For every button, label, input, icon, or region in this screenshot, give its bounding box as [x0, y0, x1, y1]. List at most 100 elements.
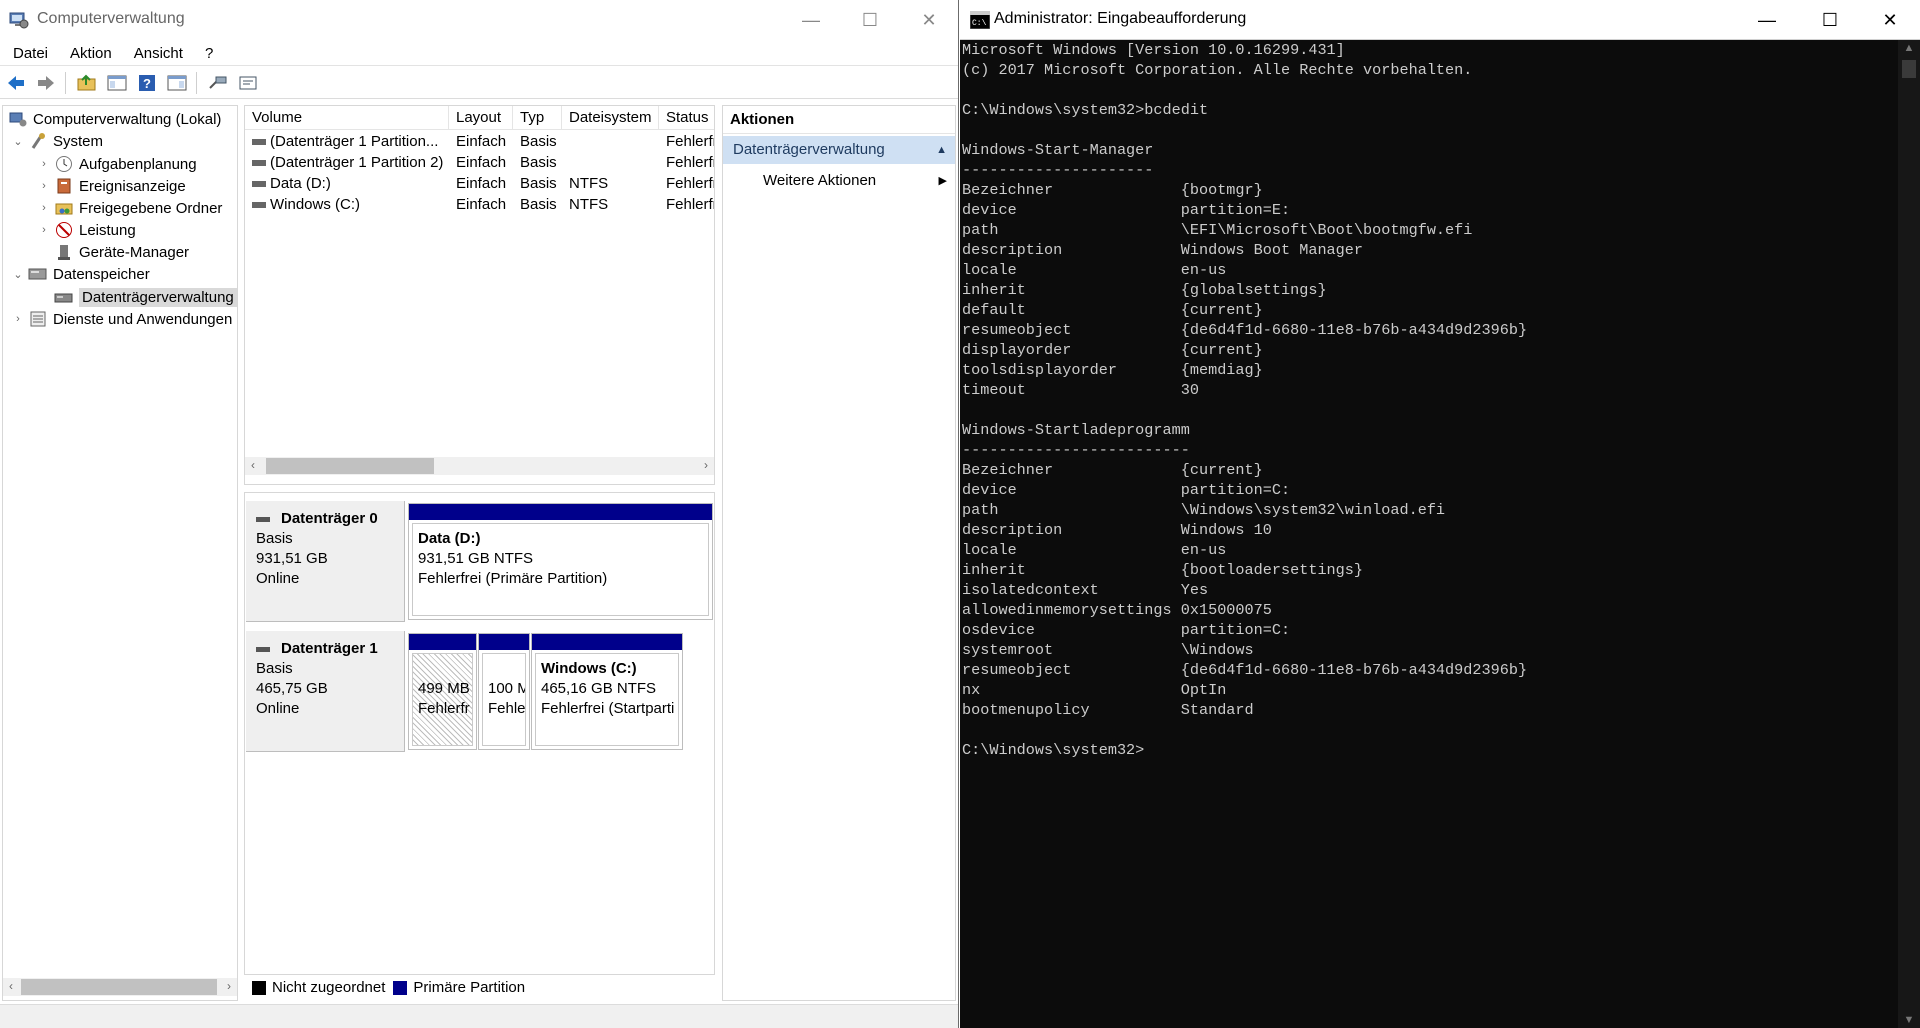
scroll-left-icon[interactable]: ‹: [3, 979, 19, 993]
menu-ansicht[interactable]: Ansicht: [121, 45, 192, 62]
tree-node-ereignisanzeige[interactable]: › Ereignisanzeige: [37, 175, 186, 197]
tree-node-root[interactable]: Computerverwaltung (Lokal): [5, 108, 221, 130]
show-hide-action-pane-icon[interactable]: [163, 69, 191, 97]
disk-icon: [256, 646, 270, 652]
table-row[interactable]: Data (D:) Einfach Basis NTFS Fehlerfr: [245, 173, 714, 194]
scroll-right-icon[interactable]: ›: [698, 458, 714, 472]
primary-partition-bar: [409, 634, 476, 650]
console-line: device partition=E:: [962, 201, 1291, 219]
console-line: timeout 30: [962, 381, 1199, 399]
console-output[interactable]: Microsoft Windows [Version 10.0.16299.43…: [962, 40, 1898, 1026]
scroll-up-icon[interactable]: ▲: [1898, 42, 1920, 54]
back-icon[interactable]: [2, 69, 30, 97]
scroll-down-icon[interactable]: ▼: [1898, 1014, 1920, 1026]
volume-list-horizontal-scrollbar[interactable]: ‹ ›: [245, 457, 714, 475]
console-line: description Windows 10: [962, 521, 1272, 539]
cmd-minimize-button[interactable]: —: [1738, 0, 1796, 40]
properties-icon[interactable]: [234, 69, 262, 97]
partition-msr[interactable]: 100 M Fehle: [478, 633, 530, 750]
console-line: Bezeichner {bootmgr}: [962, 181, 1263, 199]
scrollbar-thumb[interactable]: [1902, 60, 1916, 78]
tree-node-aufgabenplanung[interactable]: › Aufgabenplanung: [37, 153, 197, 175]
actions-section-datentraegerverwaltung[interactable]: Datenträgerverwaltung ▲: [723, 136, 955, 164]
expand-chevron-icon[interactable]: ›: [11, 313, 25, 325]
tree-node-datentraegerverwaltung[interactable]: Datenträgerverwaltung: [51, 286, 237, 308]
column-header-status[interactable]: Status: [659, 106, 714, 130]
scroll-left-icon[interactable]: ‹: [245, 458, 261, 472]
cmd-close-button[interactable]: ✕: [1861, 0, 1919, 40]
menu-help[interactable]: ?: [192, 45, 222, 62]
column-header-typ[interactable]: Typ: [513, 106, 562, 130]
cmd-titlebar[interactable]: C:\ Administrator: Eingabeaufforderung —…: [960, 0, 1920, 40]
console-line: (c) 2017 Microsoft Corporation. Alle Rec…: [962, 61, 1473, 79]
partition-windows-c[interactable]: Windows (C:) 465,16 GB NTFS Fehlerfrei (…: [531, 633, 683, 750]
tree-node-system[interactable]: ⌄ System: [11, 130, 103, 152]
maximize-button[interactable]: ☐: [841, 0, 899, 40]
connect-icon[interactable]: [204, 69, 232, 97]
console-line: toolsdisplayorder {memdiag}: [962, 361, 1263, 379]
show-hide-console-tree-icon[interactable]: [103, 69, 131, 97]
console-vertical-scrollbar[interactable]: ▲ ▼: [1898, 40, 1920, 1028]
scroll-right-icon[interactable]: ›: [221, 979, 237, 993]
console-line: inherit {globalsettings}: [962, 281, 1327, 299]
action-weitere-aktionen[interactable]: Weitere Aktionen ▶: [763, 168, 953, 194]
tree-horizontal-scrollbar[interactable]: ‹ ›: [3, 978, 237, 996]
filesystem-cell: NTFS: [569, 196, 609, 213]
table-row[interactable]: Windows (C:) Einfach Basis NTFS Fehlerfr: [245, 194, 714, 215]
disk0-label[interactable]: Datenträger 0 Basis 931,51 GB Online: [246, 501, 405, 622]
scrollbar-thumb[interactable]: [21, 979, 217, 995]
tree-node-dienste[interactable]: › Dienste und Anwendungen: [11, 308, 232, 330]
disk-graphical-view: Datenträger 0 Basis 931,51 GB Online Dat…: [244, 492, 715, 1000]
performance-icon: [54, 221, 74, 239]
forward-icon[interactable]: [32, 69, 60, 97]
cmd-maximize-button[interactable]: ☐: [1801, 0, 1859, 40]
expand-chevron-icon[interactable]: ›: [37, 224, 51, 236]
tree-node-leistung[interactable]: › Leistung: [37, 219, 136, 241]
type-cell: Basis: [520, 175, 557, 192]
partition-data-d[interactable]: Data (D:) 931,51 GB NTFS Fehlerfrei (Pri…: [408, 503, 713, 620]
column-header-dateisystem[interactable]: Dateisystem: [562, 106, 659, 130]
column-header-volume[interactable]: Volume: [245, 106, 449, 130]
expand-chevron-icon[interactable]: ›: [37, 158, 51, 170]
minimize-button[interactable]: —: [782, 0, 840, 40]
expand-chevron-icon[interactable]: ›: [37, 202, 51, 214]
menu-aktion[interactable]: Aktion: [57, 45, 121, 62]
expand-chevron-icon[interactable]: ›: [37, 180, 51, 192]
svg-text:C:\: C:\: [972, 19, 987, 28]
up-folder-icon[interactable]: [73, 69, 101, 97]
tree-node-freigegebene-ordner[interactable]: › Freigegebene Ordner: [37, 197, 222, 219]
tree-label: Aufgabenplanung: [79, 155, 197, 173]
partition-efi[interactable]: 499 MB Fehlerfr: [408, 633, 477, 750]
collapse-triangle-icon[interactable]: ▲: [936, 136, 947, 164]
console-line: inherit {bootloadersettings}: [962, 561, 1364, 579]
disk0-type: Basis: [256, 530, 293, 547]
help-icon[interactable]: ?: [133, 69, 161, 97]
console-line: path \EFI\Microsoft\Boot\bootmgfw.efi: [962, 221, 1473, 239]
collapse-chevron-icon[interactable]: ⌄: [11, 135, 25, 148]
menu-datei[interactable]: Datei: [0, 45, 57, 62]
partition-info: 100 M Fehle: [482, 653, 526, 746]
volume-icon: [252, 160, 266, 167]
cm-titlebar[interactable]: Computerverwaltung — ☐ ✕: [0, 0, 958, 40]
tree-node-datenspeicher[interactable]: ⌄ Datenspeicher: [11, 263, 149, 285]
console-line: default {current}: [962, 301, 1263, 319]
collapse-chevron-icon[interactable]: ⌄: [11, 268, 25, 281]
type-cell: Basis: [520, 196, 557, 213]
console-line: Windows-Startladeprogramm: [962, 421, 1190, 439]
layout-cell: Einfach: [456, 175, 507, 192]
actions-pane: Aktionen Datenträgerverwaltung ▲ Weitere…: [722, 105, 956, 1001]
disk0-status: Online: [256, 570, 300, 587]
disk1-label[interactable]: Datenträger 1 Basis 465,75 GB Online: [246, 631, 405, 752]
column-header-layout[interactable]: Layout: [449, 106, 513, 130]
scrollbar-thumb[interactable]: [266, 458, 434, 474]
partition-info: 499 MB Fehlerfr: [412, 653, 473, 746]
close-button[interactable]: ✕: [900, 0, 958, 40]
table-row[interactable]: (Datenträger 1 Partition 2) Einfach Basi…: [245, 152, 714, 173]
tree-node-geraete-manager[interactable]: Geräte-Manager: [51, 241, 189, 263]
table-row[interactable]: (Datenträger 1 Partition... Einfach Basi…: [245, 131, 714, 152]
console-line: systemroot \Windows: [962, 641, 1254, 659]
primary-partition-bar: [532, 634, 682, 650]
tree-label: Geräte-Manager: [79, 243, 190, 261]
console-line: description Windows Boot Manager: [962, 241, 1364, 259]
